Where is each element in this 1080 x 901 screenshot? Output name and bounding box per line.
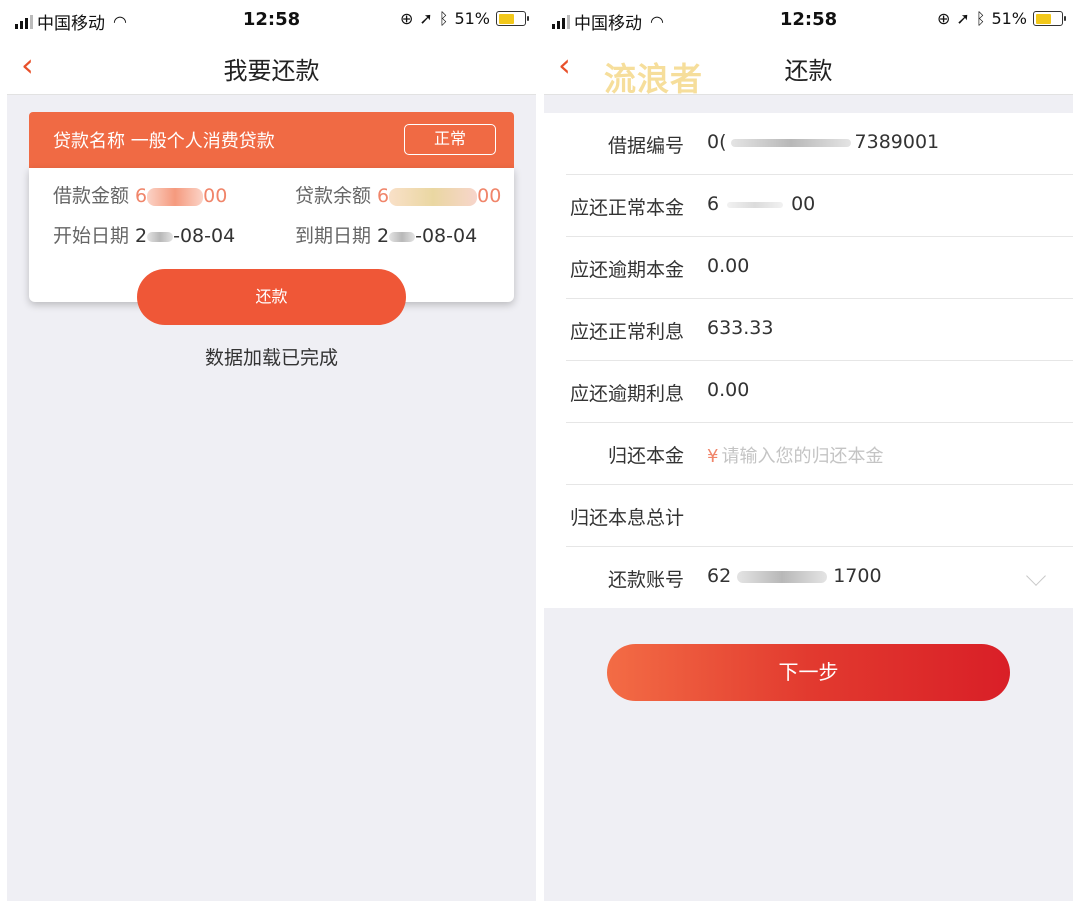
nav-bar: ‹ 流浪者 还款: [544, 40, 1073, 98]
currency-symbol: ¥: [707, 446, 719, 467]
location-icon: ➚: [956, 9, 970, 28]
form-row-overdue-principal: 应还逾期本金 0.00: [566, 237, 1073, 299]
orientation-lock-icon: ⊕: [937, 9, 951, 28]
battery-icon: [496, 11, 529, 26]
repay-overview-screen: 中国移动 ◠ 12:58 ⊕ ➚ ᛒ 51% ‹ 我要还款 贷款名称 一般个人消…: [7, 0, 536, 901]
repay-account-select[interactable]: 62 1700: [707, 565, 882, 587]
loan-card-header: 贷款名称 一般个人消费贷款 正常: [29, 112, 514, 168]
loan-amount: 借款金额 6 00: [53, 185, 228, 207]
next-step-button[interactable]: 下一步: [607, 644, 1010, 701]
form-row-overdue-interest: 应还逾期利息 0.00: [566, 361, 1073, 423]
redacted-blur: [147, 187, 204, 206]
repay-principal-input[interactable]: ¥ 请输入您的归还本金: [707, 442, 883, 468]
redacted-blur: [389, 187, 478, 206]
chevron-down-icon[interactable]: [1026, 566, 1046, 586]
orientation-lock-icon: ⊕: [400, 9, 414, 28]
loading-status-text: 数据加载已完成: [204, 347, 338, 369]
page-title: 还款: [784, 57, 833, 85]
redacted-blur: [389, 231, 416, 242]
redacted-blur: [730, 138, 851, 147]
bluetooth-icon: ᛒ: [438, 9, 449, 28]
redacted-blur: [727, 201, 784, 208]
redacted-blur: [737, 570, 828, 583]
battery-percent: 51%: [454, 9, 490, 28]
status-bar: 中国移动 ◠ 12:58 ⊕ ➚ ᛒ 51%: [7, 0, 536, 40]
nav-bar: ‹ 我要还款: [7, 40, 536, 95]
bluetooth-icon: ᛒ: [975, 9, 986, 28]
form-row-normal-principal: 应还正常本金 6 00: [566, 175, 1073, 237]
form-row-loan-id: 借据编号 0(7389001: [566, 113, 1073, 175]
form-row-normal-interest: 应还正常利息 633.33: [566, 299, 1073, 361]
form-row-repay-principal: 归还本金 ¥ 请输入您的归还本金: [566, 423, 1073, 485]
loan-balance: 贷款余额 6 00: [295, 185, 502, 207]
repay-form-screen: 中国移动 ◠ 12:58 ⊕ ➚ ᛒ 51% ‹ 流浪者 还款 借据编号 0(7…: [544, 0, 1073, 901]
loan-name: 贷款名称 一般个人消费贷款: [53, 131, 275, 152]
form-row-total: 归还本息总计: [566, 485, 1073, 547]
loan-end-date: 到期日期 2 -08-04: [295, 225, 478, 247]
battery-icon: [1033, 11, 1066, 26]
status-bar: 中国移动 ◠ 12:58 ⊕ ➚ ᛒ 51%: [544, 0, 1073, 40]
repay-button[interactable]: 还款: [137, 269, 406, 325]
page-title: 我要还款: [223, 57, 320, 85]
repay-form: 借据编号 0(7389001 应还正常本金 6 00 应还逾期本金 0.00 应还…: [544, 113, 1073, 608]
battery-percent: 51%: [991, 9, 1027, 28]
redacted-blur: [147, 231, 174, 242]
loan-start-date: 开始日期 2 -08-04: [53, 225, 236, 247]
location-icon: ➚: [419, 9, 433, 28]
status-badge: 正常: [404, 124, 496, 155]
form-row-repay-account[interactable]: 还款账号 62 1700: [566, 547, 1073, 609]
